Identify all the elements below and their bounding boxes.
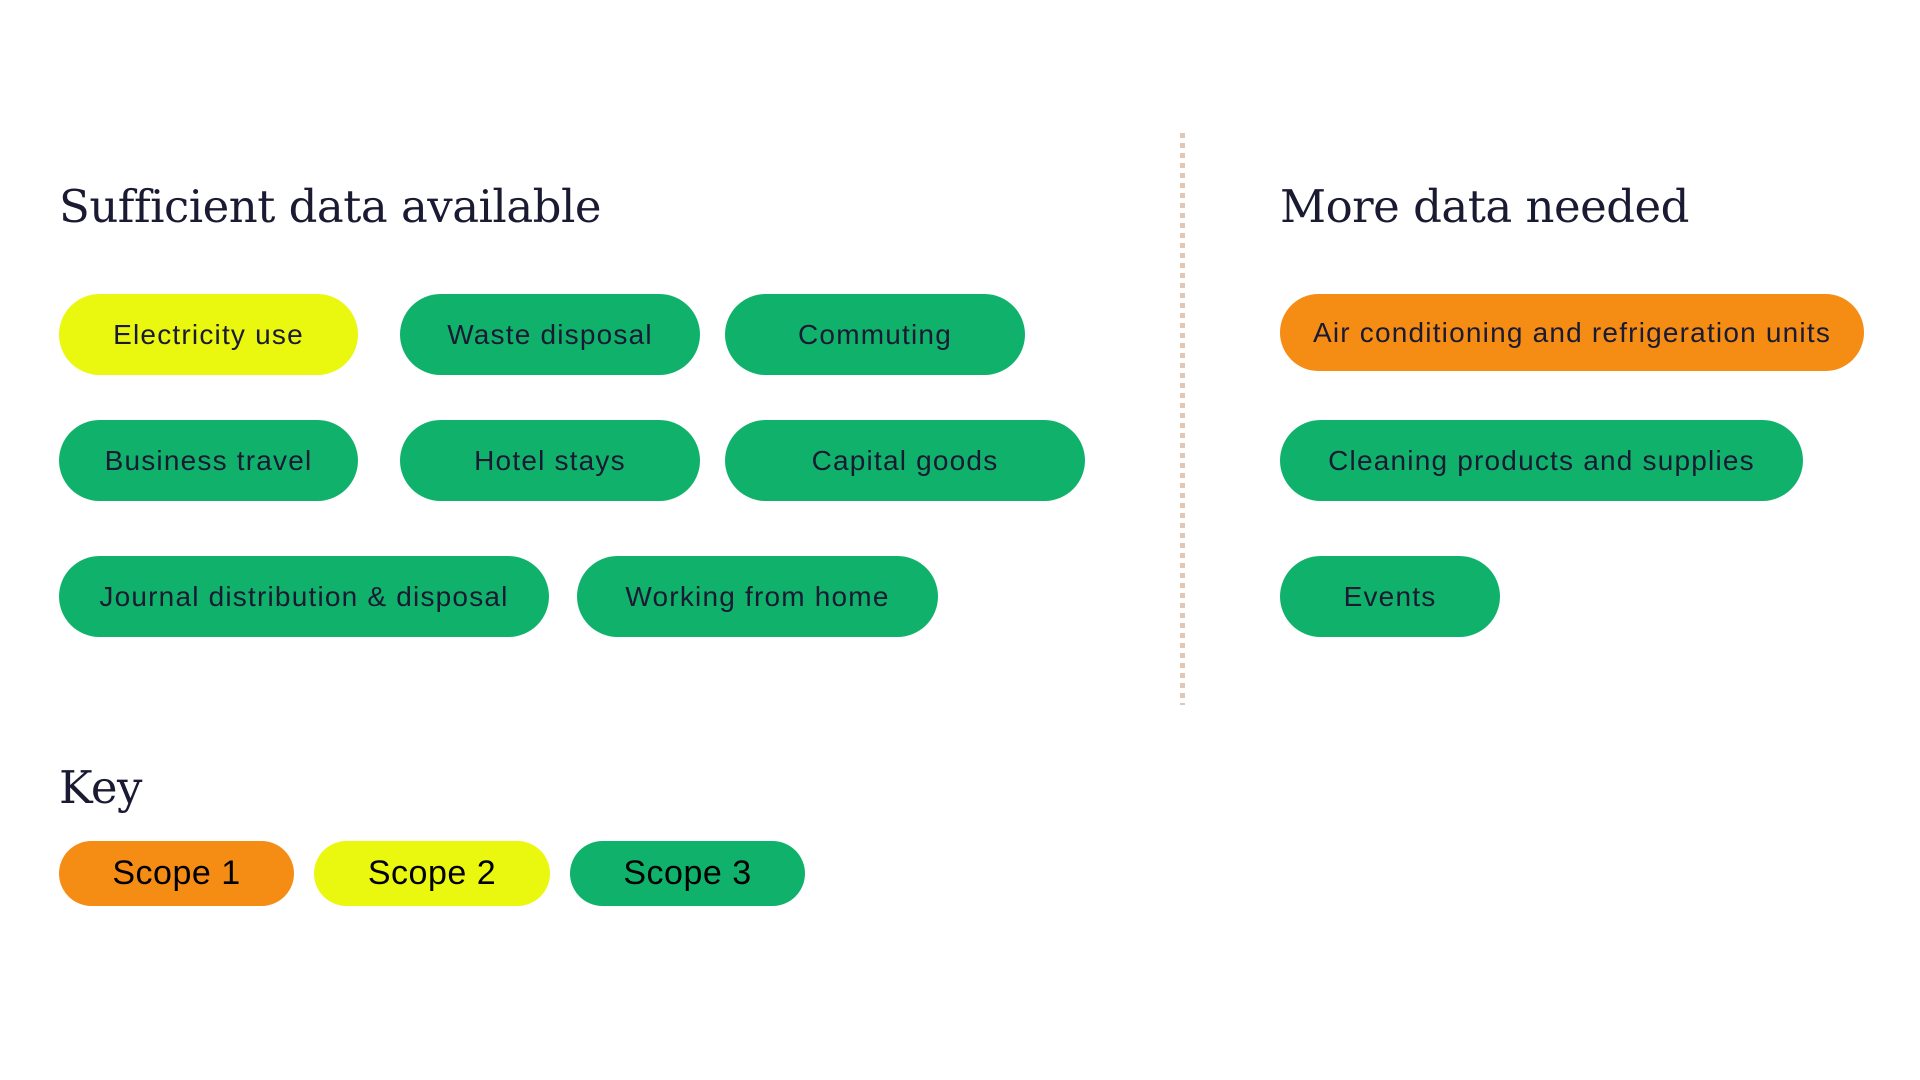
category-pill-journal-distribution: Journal distribution & disposal: [59, 556, 549, 637]
more-data-needed-title: More data needed: [1280, 180, 1689, 233]
key-title: Key: [59, 761, 142, 814]
sufficient-data-title: Sufficient data available: [59, 180, 601, 233]
category-pill-air-conditioning: Air conditioning and refrigeration units: [1280, 294, 1864, 371]
category-pill-cleaning-products: Cleaning products and supplies: [1280, 420, 1803, 501]
category-pill-capital-goods: Capital goods: [725, 420, 1085, 501]
column-divider: [1180, 133, 1185, 705]
category-pill-business-travel: Business travel: [59, 420, 358, 501]
key-pill-scope-3: Scope 3: [570, 841, 805, 906]
category-pill-events: Events: [1280, 556, 1500, 637]
category-pill-electricity-use: Electricity use: [59, 294, 358, 375]
key-pill-scope-2: Scope 2: [314, 841, 550, 906]
category-pill-commuting: Commuting: [725, 294, 1025, 375]
category-pill-working-from-home: Working from home: [577, 556, 938, 637]
category-pill-hotel-stays: Hotel stays: [400, 420, 700, 501]
key-pill-scope-1: Scope 1: [59, 841, 294, 906]
category-pill-waste-disposal: Waste disposal: [400, 294, 700, 375]
